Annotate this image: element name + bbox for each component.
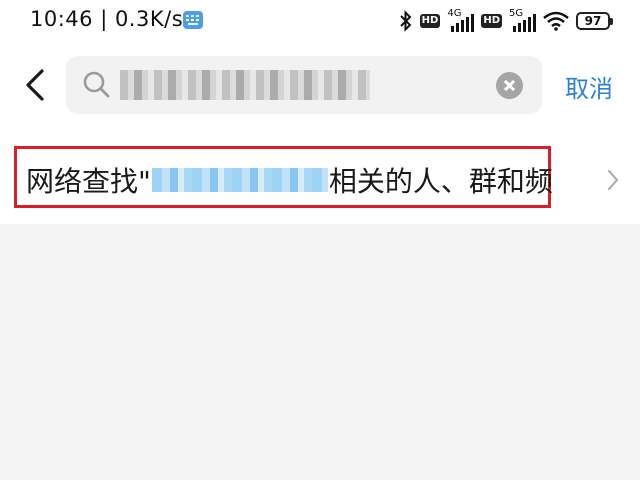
signal-sim1: 4G <box>447 8 475 32</box>
network-gen-label: 4G <box>447 8 462 19</box>
status-time-speed: 10:46 | 0.3K/s <box>30 7 184 31</box>
bluetooth-icon <box>399 10 412 32</box>
chevron-right-icon <box>607 169 619 191</box>
clear-search-icon[interactable] <box>496 72 523 99</box>
battery-icon: 97 <box>576 12 613 30</box>
result-text: 网络查找" 相关的人、群和频 <box>26 160 553 200</box>
search-field[interactable] <box>66 56 542 114</box>
status-bar: 10:46 | 0.3K/s HD 4G HD 5G 97 <box>0 0 640 42</box>
cancel-button[interactable]: 取消 <box>565 69 613 104</box>
hd-badge: HD <box>419 14 441 28</box>
status-icons: HD 4G HD 5G 97 <box>399 8 613 34</box>
signal-sim2: 5G <box>509 8 536 32</box>
wifi-icon <box>543 11 569 31</box>
result-suffix: 相关的人、群和频 <box>328 165 553 198</box>
result-prefix: 网络查找" <box>26 165 151 198</box>
back-arrow-icon[interactable] <box>22 68 52 102</box>
keyboard-icon <box>183 11 203 29</box>
network-gen-label: 5G <box>509 8 524 19</box>
battery-level: 97 <box>584 14 602 28</box>
redacted-query <box>151 168 328 192</box>
search-icon <box>83 71 110 98</box>
network-search-result-row[interactable]: 网络查找" 相关的人、群和频 <box>0 146 640 212</box>
search-query-text[interactable] <box>120 70 370 100</box>
hd-badge: HD <box>481 14 502 28</box>
